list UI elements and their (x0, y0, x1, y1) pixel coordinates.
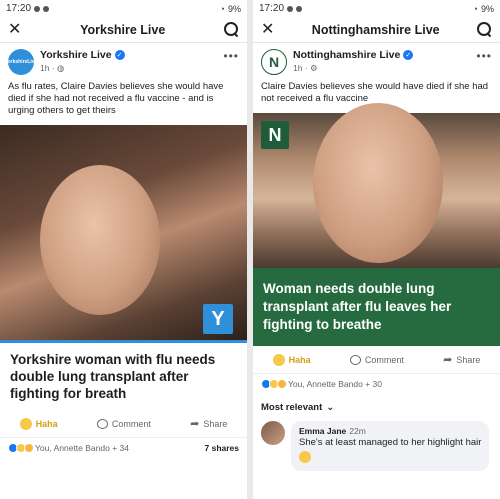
page-title: Yorkshire Live (80, 22, 166, 37)
search-icon[interactable] (476, 22, 492, 37)
reaction-summary[interactable]: You, Annette Bando + 30 (253, 374, 500, 394)
page-avatar[interactable]: N (261, 49, 287, 75)
more-options-icon[interactable]: ••• (223, 49, 239, 63)
notification-icon (43, 5, 50, 12)
commenter-name[interactable]: Emma Jane (299, 426, 346, 436)
sad-emoji-icon (24, 443, 34, 453)
post-header: N Nottinghamshire Live ✓ 1h · ⚙ ••• (253, 43, 500, 81)
notification-icon (34, 5, 41, 12)
close-icon[interactable]: ✕ (261, 21, 274, 38)
sad-emoji-icon (277, 379, 287, 389)
status-bar: 17:20 ◔ 9% (253, 0, 500, 17)
search-icon[interactable] (223, 22, 239, 37)
reaction-people: You, Annette Bando + 30 (288, 379, 382, 389)
share-button[interactable]: ➦ Share (443, 353, 480, 366)
post-header: YorkshireLive Yorkshire Live ✓ 1h · ◍ ••• (0, 43, 247, 81)
woman-face-image (313, 103, 443, 263)
haha-button[interactable]: Haha (19, 417, 58, 430)
nottinghamshire-live-screen: 17:20 ◔ 9% ✕ Nottinghamshire Live N Notti… (253, 0, 500, 499)
comment-sort-label: Most relevant (261, 402, 323, 413)
yorkshire-logo-badge: Y (203, 304, 233, 334)
nottinghamshire-logo-badge: N (261, 121, 289, 149)
article-headline[interactable]: Yorkshire woman with flu needs double lu… (0, 340, 247, 410)
article-headline[interactable]: Woman needs double lung transplant after… (253, 268, 500, 346)
haha-emoji-icon (19, 417, 32, 430)
reaction-people: You, Annette Bando + 34 (35, 443, 129, 453)
more-options-icon[interactable]: ••• (476, 49, 492, 63)
comment-icon (96, 418, 108, 429)
article-photo[interactable]: Y (0, 125, 247, 340)
comment-sort-dropdown[interactable]: Most relevant ⌄ (253, 394, 500, 417)
haha-emoji-icon (299, 451, 311, 463)
comment-icon (349, 354, 361, 365)
share-count[interactable]: 7 shares (205, 443, 240, 453)
page-name[interactable]: Yorkshire Live (40, 49, 112, 61)
commenter-avatar[interactable] (261, 421, 285, 445)
settings-icon: ⚙ (310, 63, 318, 73)
comment-button[interactable]: Comment (96, 418, 151, 429)
share-icon: ➦ (443, 354, 453, 366)
post-actions: Haha Comment ➦ Share (253, 346, 500, 374)
top-bar: ✕ Nottinghamshire Live (253, 17, 500, 43)
comment-bubble[interactable]: Emma Jane 22m She's at least managed to h… (291, 421, 490, 471)
close-icon[interactable]: ✕ (8, 21, 21, 38)
verified-badge-icon: ✓ (403, 50, 414, 60)
page-name[interactable]: Nottinghamshire Live (293, 49, 400, 61)
yorkshire-live-screen: 17:20 ◔ 9% ✕ Yorkshire Live YorkshireLive… (0, 0, 247, 499)
battery-level: 9% (227, 3, 241, 14)
post-time: 1h · (40, 63, 55, 73)
share-button[interactable]: ➦ Share (190, 417, 227, 430)
notification-icon (296, 5, 303, 12)
share-icon: ➦ (190, 418, 200, 430)
comment-item: Emma Jane 22m She's at least managed to h… (253, 417, 500, 475)
article-photo[interactable]: N (253, 103, 500, 268)
page-avatar[interactable]: YorkshireLive (5, 49, 37, 75)
woman-face-image (40, 165, 160, 315)
comment-time: 22m (349, 426, 366, 436)
status-time: 17:20 (259, 3, 285, 14)
globe-icon: ◍ (57, 63, 65, 73)
reaction-summary[interactable]: You, Annette Bando + 34 7 shares (0, 438, 247, 458)
post-actions: Haha Comment ➦ Share (0, 410, 247, 438)
post-caption: As flu rates, Claire Davies believes she… (8, 81, 224, 116)
haha-emoji-icon (272, 353, 285, 366)
haha-button[interactable]: Haha (272, 353, 311, 366)
page-title: Nottinghamshire Live (311, 22, 440, 37)
verified-badge-icon: ✓ (114, 50, 125, 60)
battery-level: 9% (480, 3, 494, 14)
comment-button[interactable]: Comment (349, 354, 404, 365)
status-time: 17:20 (6, 3, 32, 14)
notification-icon (287, 5, 294, 12)
wifi-icon: ◔ (472, 3, 478, 14)
chevron-down-icon: ⌄ (326, 402, 335, 413)
post-time: 1h · (293, 63, 308, 73)
top-bar: ✕ Yorkshire Live (0, 17, 247, 43)
wifi-icon: ◔ (219, 3, 225, 14)
status-bar: 17:20 ◔ 9% (0, 0, 247, 17)
comment-text: She's at least managed to her highlight … (299, 437, 482, 448)
